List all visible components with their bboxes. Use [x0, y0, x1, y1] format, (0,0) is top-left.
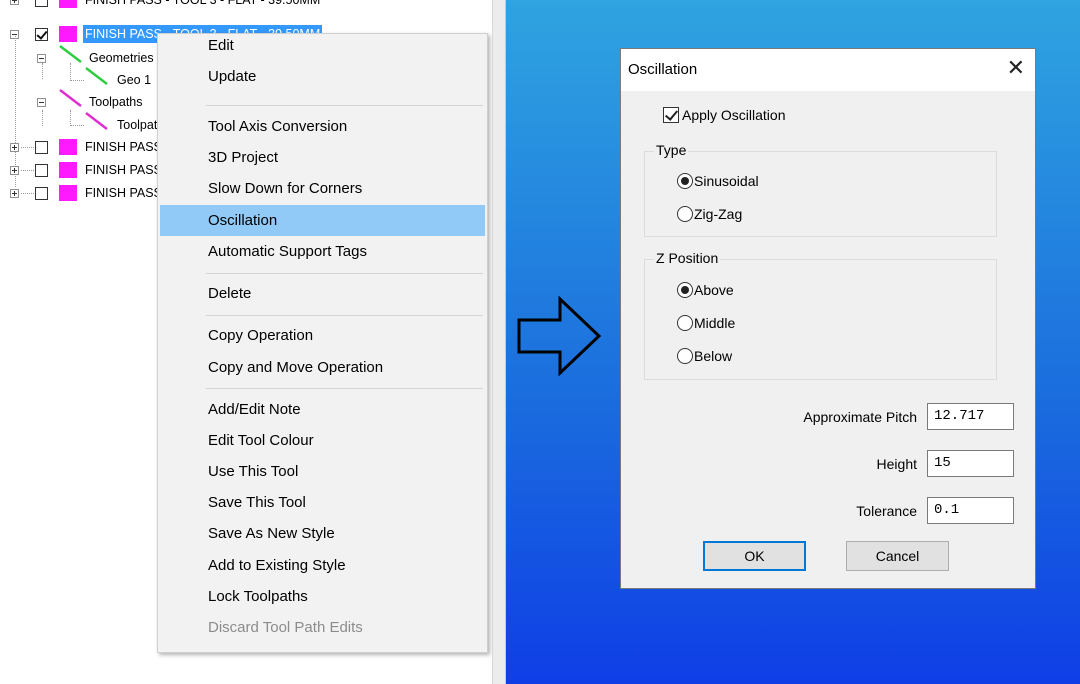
- tree-row-label: FINISH PASS: [85, 186, 162, 200]
- expand-icon[interactable]: [10, 143, 19, 152]
- collapse-icon[interactable]: [37, 54, 46, 63]
- radio-label: Sinusoidal: [694, 173, 759, 189]
- type-group: [644, 151, 997, 237]
- menu-item-add-edit-note[interactable]: Add/Edit Note: [160, 394, 485, 425]
- z-position-group-caption: Z Position: [654, 250, 721, 266]
- menu-item-lock-toolpaths[interactable]: Lock Toolpaths: [160, 581, 485, 612]
- dialog-title: Oscillation: [628, 61, 698, 78]
- expand-icon[interactable]: [10, 189, 19, 198]
- tree-row-label: Geometries: [89, 51, 154, 65]
- tree-row-geometry-item[interactable]: Geo 1: [0, 67, 160, 89]
- toolpath-icon: [59, 89, 82, 107]
- tree-row-label: FINISH PASS - TOOL 3 - FLAT - 39.50MM: [85, 0, 321, 7]
- menu-separator: [206, 273, 483, 274]
- tree-row-label: Geo 1: [117, 73, 152, 87]
- tree-connector: [70, 80, 84, 81]
- cancel-button[interactable]: Cancel: [846, 541, 949, 571]
- ok-button[interactable]: OK: [703, 541, 806, 571]
- menu-item-use-this-tool[interactable]: Use This Tool: [160, 456, 485, 487]
- radio-button[interactable]: [677, 206, 693, 222]
- expand-icon[interactable]: [10, 166, 19, 175]
- tree-row-label: FINISH PASS: [85, 140, 162, 154]
- geometry-icon: [59, 45, 82, 63]
- tree-row-operation[interactable]: FINISH PASS: [0, 138, 162, 156]
- checkbox-box[interactable]: [663, 107, 679, 123]
- tree-row-operation[interactable]: FINISH PASS - TOOL 3 - FLAT - 39.50MM: [0, 0, 470, 9]
- approximate-pitch-label: Approximate Pitch: [803, 409, 917, 425]
- tree-connector: [21, 170, 34, 171]
- operation-checkbox[interactable]: [35, 0, 48, 7]
- menu-item-tool-axis-conversion[interactable]: Tool Axis Conversion: [160, 111, 485, 142]
- tool-colour-swatch: [59, 139, 77, 155]
- tree-connector: [21, 147, 34, 148]
- menu-item-discard-tool-path-edits: Discard Tool Path Edits: [208, 619, 363, 636]
- operation-checkbox[interactable]: [35, 164, 48, 177]
- menu-item-copy-operation[interactable]: Copy Operation: [160, 320, 485, 351]
- menu-item-oscillation[interactable]: Oscillation: [160, 205, 485, 236]
- menu-item-edit[interactable]: Edit: [160, 30, 485, 61]
- geometry-icon: [85, 67, 108, 85]
- height-label: Height: [876, 456, 917, 472]
- menu-item-slow-down-for-corners[interactable]: Slow Down for Corners: [160, 173, 485, 204]
- tool-colour-swatch: [59, 26, 77, 42]
- close-icon[interactable]: ✕: [1007, 57, 1025, 79]
- menu-item-update[interactable]: Update: [160, 61, 485, 92]
- operation-checkbox[interactable]: [35, 187, 48, 200]
- menu-item-copy-and-move-operation[interactable]: Copy and Move Operation: [160, 352, 485, 383]
- height-input[interactable]: 15: [927, 450, 1014, 477]
- tool-colour-swatch: [59, 162, 77, 178]
- tree-row-operation[interactable]: FINISH PASS: [0, 184, 162, 202]
- toolpath-icon: [85, 112, 108, 130]
- tree-row-label: Toolpaths: [89, 95, 143, 109]
- tree-row-operation[interactable]: FINISH PASS: [0, 161, 162, 179]
- radio-label: Below: [694, 348, 733, 364]
- tool-colour-swatch: [59, 185, 77, 201]
- tree-connector: [21, 193, 34, 194]
- type-group-caption: Type: [654, 142, 689, 158]
- radio-button[interactable]: [677, 173, 693, 189]
- tolerance-label: Tolerance: [856, 503, 917, 519]
- tree-row-toolpath-item[interactable]: Toolpath: [0, 112, 164, 134]
- tree-connector: [70, 125, 84, 126]
- menu-item-save-as-new-style[interactable]: Save As New Style: [160, 518, 485, 549]
- menu-item-3d-project[interactable]: 3D Project: [160, 142, 485, 173]
- right-arrow-outline-icon: [517, 296, 602, 376]
- tree-row-toolpaths[interactable]: Toolpaths: [0, 89, 160, 111]
- radio-label: Zig-Zag: [694, 206, 743, 222]
- approximate-pitch-input[interactable]: 12.717: [927, 403, 1014, 430]
- context-menu: Edit Update Tool Axis Conversion 3D Proj…: [157, 33, 488, 653]
- tolerance-input[interactable]: 0.1: [927, 497, 1014, 524]
- menu-item-delete[interactable]: Delete: [160, 278, 485, 309]
- menu-item-add-to-existing-style[interactable]: Add to Existing Style: [160, 550, 485, 581]
- radio-button[interactable]: [677, 348, 693, 364]
- menu-separator: [206, 105, 483, 106]
- expand-icon[interactable]: [10, 0, 19, 5]
- menu-item-save-this-tool[interactable]: Save This Tool: [160, 487, 485, 518]
- tool-colour-swatch: [59, 0, 77, 8]
- menu-item-automatic-support-tags[interactable]: Automatic Support Tags: [160, 236, 485, 267]
- radio-label: Middle: [694, 315, 736, 331]
- operation-checkbox[interactable]: [35, 141, 48, 154]
- radio-button[interactable]: [677, 282, 693, 298]
- dialog-titlebar[interactable]: Oscillation ✕: [621, 49, 1035, 91]
- pane-splitter[interactable]: [492, 0, 506, 684]
- collapse-icon[interactable]: [37, 98, 46, 107]
- operation-checkbox[interactable]: [35, 28, 48, 41]
- radio-label: Above: [694, 282, 734, 298]
- operations-tree-panel: FINISH PASS - TOOL 3 - FLAT - 39.50MM FI…: [0, 0, 492, 684]
- checkbox-label: Apply Oscillation: [682, 107, 786, 123]
- menu-item-edit-tool-colour[interactable]: Edit Tool Colour: [160, 425, 485, 456]
- oscillation-dialog: Oscillation ✕ Apply Oscillation Type Sin…: [620, 48, 1036, 589]
- radio-button[interactable]: [677, 315, 693, 331]
- tree-row-label: FINISH PASS: [85, 163, 162, 177]
- menu-separator: [206, 315, 483, 316]
- tree-row-geometries[interactable]: Geometries: [0, 45, 160, 67]
- menu-separator: [206, 388, 483, 389]
